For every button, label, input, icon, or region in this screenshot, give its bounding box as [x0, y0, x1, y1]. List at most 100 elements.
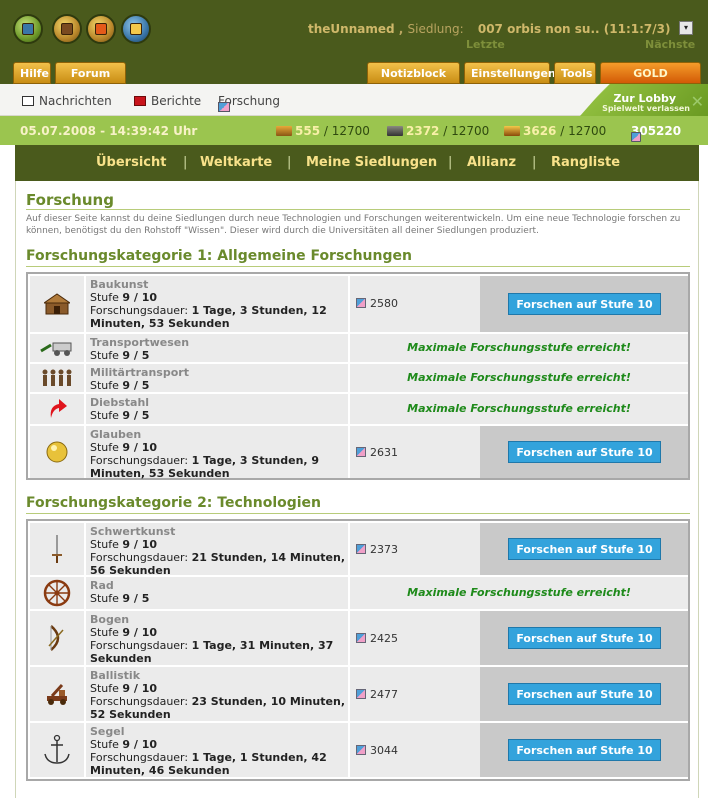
nav-separator: |: [448, 155, 453, 170]
research-button[interactable]: Forschen auf Stufe 10: [508, 538, 661, 560]
level-label: Stufe: [90, 682, 119, 695]
research-level: Stufe 9 / 5: [90, 592, 346, 605]
level-label: Stufe: [90, 538, 119, 551]
research-name: Militärtransport: [90, 366, 189, 379]
research-button[interactable]: Forschen auf Stufe 10: [508, 683, 661, 705]
settlement-dropdown[interactable]: ▾: [679, 21, 693, 35]
nav-separator: |: [287, 155, 292, 170]
duration-label: Forschungsdauer:: [90, 751, 189, 764]
level-label: Stufe: [90, 379, 119, 392]
nav-separator: |: [532, 155, 537, 170]
research-button[interactable]: Forschen auf Stufe 10: [508, 293, 661, 315]
prev-settlement-link[interactable]: Letzte: [466, 38, 505, 51]
research-level: Stufe 9 / 10: [90, 682, 346, 695]
duration-label: Forschungsdauer:: [90, 639, 189, 652]
research-name: Transportwesen: [90, 336, 190, 349]
knowledge-icon: [218, 102, 230, 112]
reports-link[interactable]: Berichte: [134, 94, 201, 108]
gold-account-button[interactable]: GOLD ACCOUNT: [600, 62, 701, 101]
red-arrow-icon: [50, 399, 67, 418]
research-level: Stufe 9 / 10: [90, 538, 346, 551]
research-level: Stufe 9 / 10: [90, 738, 346, 751]
wood-icon: [276, 126, 292, 136]
sword-icon: [52, 535, 62, 563]
level-label: Stufe: [90, 349, 119, 362]
level-value: 9 / 10: [122, 291, 158, 304]
settlement-label: Siedlung:: [407, 22, 464, 36]
wood-capacity: / 12700: [323, 124, 370, 138]
research-button[interactable]: Forschen auf Stufe 10: [508, 739, 661, 761]
nav-my-settlements[interactable]: Meine Siedlungen: [306, 155, 437, 170]
settlement-icon[interactable]: [52, 14, 82, 44]
wood-resource: 555 / 12700: [276, 124, 370, 138]
research-name: Diebstahl: [90, 396, 150, 409]
research-link[interactable]: Forschung: [218, 94, 280, 112]
knowledge-icon: [356, 544, 366, 554]
nav-alliance[interactable]: Allianz: [467, 155, 516, 170]
stone-resource: 2372 / 12700: [387, 124, 489, 138]
research-cost: 3044: [356, 744, 398, 757]
research-level: Stufe 9 / 10: [90, 291, 346, 304]
stone-capacity: / 12700: [443, 124, 490, 138]
lobby-sublabel: Spielwelt verlassen: [602, 104, 690, 113]
category-1-table: Baukunst Stufe 9 / 10 Forschungsdauer: 1…: [26, 272, 690, 480]
main-nav: Übersicht | Weltkarte | Meine Siedlungen…: [15, 145, 699, 181]
building-icon: [44, 293, 70, 315]
anchor-icon: [44, 734, 70, 764]
knowledge-resource: 305220: [631, 124, 681, 142]
user-info: theUnnamed , Siedlung: 007 orbis non su.…: [308, 22, 670, 36]
cost-value: 2580: [370, 297, 398, 310]
help-button[interactable]: Hilfe: [13, 62, 51, 84]
world-icon[interactable]: [13, 14, 43, 44]
nav-ranking[interactable]: Rangliste: [551, 155, 620, 170]
cost-value: 2373: [370, 543, 398, 556]
notepad-button[interactable]: Notizblock [»]: [367, 62, 460, 101]
nav-overview[interactable]: Übersicht: [96, 155, 166, 170]
category-2-divider: [26, 513, 690, 514]
duration-label: Forschungsdauer:: [90, 304, 189, 317]
gold-chest-icon[interactable]: [121, 14, 151, 44]
messages-icon[interactable]: [86, 14, 116, 44]
stone-amount: 2372: [406, 124, 440, 138]
settlement-name[interactable]: 007 orbis non su.. (11:1:7/3): [478, 22, 671, 36]
tools-button[interactable]: Tools: [554, 62, 596, 84]
table-row: Glauben Stufe 9 / 10 Forschungsdauer: 1 …: [28, 426, 688, 480]
max-level-message: Maximale Forschungsstufe erreicht!: [350, 394, 688, 424]
research-duration: Forschungsdauer: 1 Tage, 1 Stunden, 42 M…: [90, 751, 346, 777]
table-row: Segel Stufe 9 / 10 Forschungsdauer: 1 Ta…: [28, 723, 688, 777]
resource-bar: 05.07.2008 - 14:39:42 Uhr 555 / 12700 23…: [0, 116, 708, 145]
knowledge-icon: [356, 298, 366, 308]
research-button[interactable]: Forschen auf Stufe 10: [508, 441, 661, 463]
level-value: 9 / 10: [122, 738, 158, 751]
envelope-icon: [22, 96, 34, 106]
username-separator: ,: [398, 22, 404, 36]
settings-button[interactable]: Einstellungen: [464, 62, 556, 84]
table-row: Diebstahl Stufe 9 / 5 Maximale Forschung…: [28, 394, 688, 424]
knowledge-icon: [356, 745, 366, 755]
research-cost: 2580: [356, 297, 398, 310]
forum-button[interactable]: Forum [»]: [55, 62, 126, 101]
duration-label: Forschungsdauer:: [90, 454, 189, 467]
page-title: Forschung: [26, 191, 114, 209]
research-cost: 2425: [356, 632, 398, 645]
username[interactable]: theUnnamed: [308, 22, 395, 36]
next-settlement-link[interactable]: Nächste: [645, 38, 695, 51]
research-level: Stufe 9 / 5: [90, 349, 346, 362]
nav-separator: |: [183, 155, 188, 170]
wood-amount: 555: [295, 124, 321, 138]
max-level-message: Maximale Forschungsstufe erreicht!: [350, 334, 688, 362]
level-value: 9 / 5: [122, 379, 150, 392]
nav-worldmap[interactable]: Weltkarte: [200, 155, 272, 170]
bow-icon: [48, 625, 64, 651]
knowledge-icon: [356, 447, 366, 457]
title-divider: [26, 209, 690, 210]
research-name: Bogen: [90, 613, 130, 626]
research-button[interactable]: Forschen auf Stufe 10: [508, 627, 661, 649]
research-cost: 2477: [356, 688, 398, 701]
messages-link[interactable]: Nachrichten: [22, 94, 112, 108]
table-row: Transportwesen Stufe 9 / 5 Maximale Fors…: [28, 334, 688, 362]
report-icon: [134, 96, 146, 106]
duration-label: Forschungsdauer:: [90, 695, 189, 708]
duration-label: Forschungsdauer:: [90, 551, 189, 564]
research-cost: 2373: [356, 543, 398, 556]
